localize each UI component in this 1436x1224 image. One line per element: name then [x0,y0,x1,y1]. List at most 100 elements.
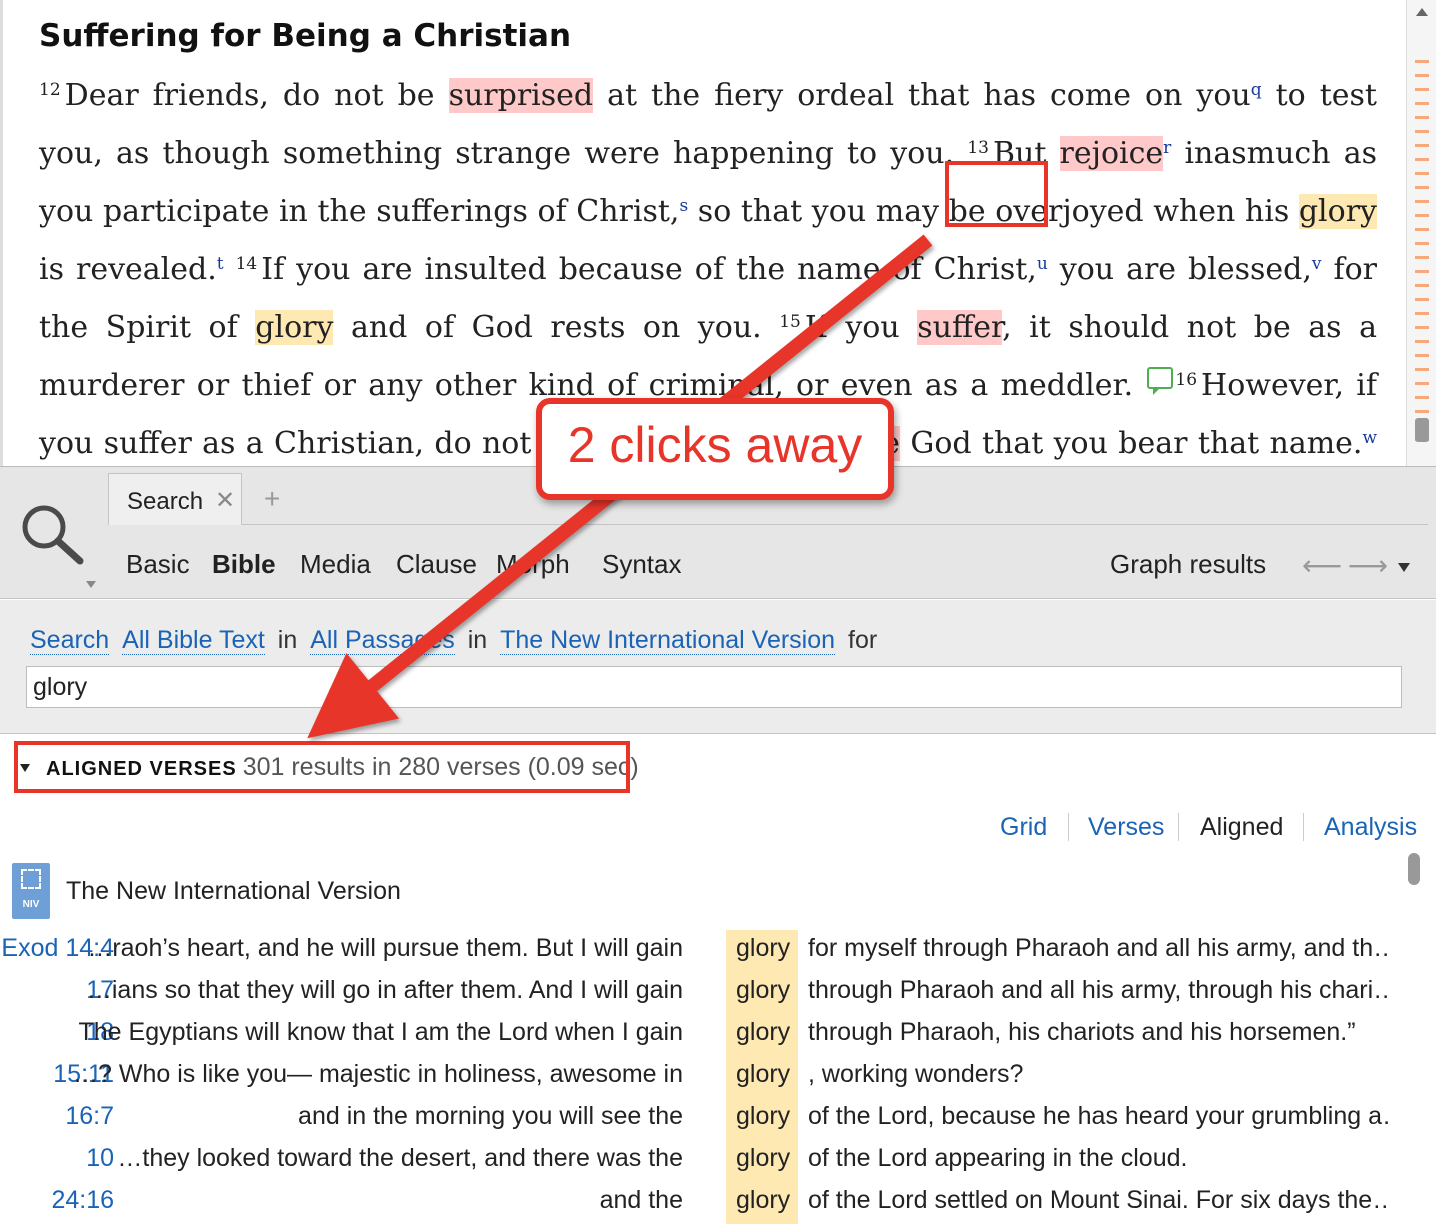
result-row[interactable]: 17 …ians so that they will go in after th… [0,972,1400,1014]
version-name[interactable]: The New International Version [66,877,401,906]
niv-book-icon[interactable]: NIV [12,863,50,919]
footnote-link[interactable]: w [1362,428,1377,448]
passage-text-run: Dear friends, do not be [64,78,449,113]
result-row[interactable]: 15:11…? Who is like you— majestic in hol… [0,1056,1400,1098]
search-hit-marker [1415,186,1429,189]
scope-dropdown[interactable]: All Bible Text [122,626,265,655]
mode-syntax[interactable]: Syntax [602,549,682,580]
search-input[interactable]: glory [26,666,1402,708]
search-type-dropdown[interactable]: Search [30,626,110,655]
mode-bible[interactable]: Bible [212,549,276,580]
left-context: and in the morning you will see the [298,1102,683,1130]
search-hit-word[interactable]: glory [1298,194,1377,229]
mode-clause[interactable]: Clause [396,549,477,580]
search-hit-marker [1415,102,1429,105]
search-hit-marker [1415,88,1429,91]
passage-text-run: and of God rests on you. [333,310,780,345]
close-icon[interactable]: ✕ [215,486,235,515]
scroll-thumb[interactable] [1415,418,1429,442]
mode-morph[interactable]: Morph [496,549,570,580]
search-hit-marker [1415,256,1429,259]
right-context: of the Lord appearing in the cloud. [808,1144,1188,1172]
result-row[interactable]: 18 The Egyptians will know that I am the … [0,1014,1400,1056]
keyword-hit[interactable]: glory [726,972,798,1014]
forward-arrow-icon[interactable]: ⟶ [1348,549,1388,582]
graph-results-button[interactable]: Graph results [1110,549,1266,580]
search-hit-marker [1415,396,1429,399]
keyword-hit[interactable]: glory [726,930,798,972]
footnote-link[interactable]: u [1037,254,1048,274]
mode-media[interactable]: Media [300,549,371,580]
keyword-hit[interactable]: glory [726,1140,798,1182]
keyword-hit[interactable]: glory [726,1056,798,1098]
highlighted-word[interactable]: surprised [448,78,594,113]
results-scrollbar[interactable] [1406,847,1424,1217]
footnote-link[interactable]: q [1251,80,1262,100]
search-hit-marker [1415,158,1429,161]
highlighted-word[interactable]: rejoice [1059,136,1164,171]
right-context: through Pharaoh, his chariots and his ho… [808,1018,1356,1046]
right-context: of the Lord, because he has heard your g… [808,1102,1388,1130]
tab-search[interactable]: Search ✕ [108,473,242,525]
verse-number[interactable]: 16 [1175,370,1197,390]
result-row[interactable]: 10 …they looked toward the desert, and th… [0,1140,1400,1182]
view-aligned[interactable]: Aligned [1200,813,1283,842]
right-context: of the Lord settled on Mount Sinai. For … [808,1186,1388,1214]
verse-number[interactable]: 12 [39,80,61,100]
right-context: through Pharaoh and all his army, throug… [808,976,1388,1004]
passage-text-run: If you are insulted because of the name … [261,252,1037,287]
footnote-link[interactable]: t [217,254,224,274]
passages-dropdown[interactable]: All Passages [310,626,455,655]
niv-abbrev: NIV [22,899,40,910]
annotation-callout: 2 clicks away [536,398,894,500]
note-icon[interactable] [1147,367,1174,395]
search-hit-word[interactable]: glory [255,310,334,345]
results-count-annotation-box [14,741,630,793]
verse-number[interactable]: 15 [779,312,801,332]
passage-text-run [224,252,236,287]
result-row[interactable]: 24:16 and the glory of the Lord settled on … [0,1182,1400,1224]
for-label: for [848,626,878,654]
search-hit-marker [1415,284,1429,287]
query-bar: Search All Bible Text in All Passages in… [0,600,1436,734]
view-analysis[interactable]: Analysis [1324,813,1417,842]
search-hit-marker [1415,312,1429,315]
footnote-link[interactable]: v [1312,254,1322,274]
reader-scrollbar[interactable] [1406,0,1436,466]
verse-reference-link[interactable]: 10 [86,1144,114,1173]
left-context: …they looked toward the desert, and ther… [117,1144,683,1172]
section-heading: Suffering for Being a Christian [39,18,572,54]
verse-number[interactable]: 14 [236,254,258,274]
view-grid[interactable]: Grid [1000,813,1047,842]
result-row[interactable]: 16:7 and in the morning you will see the g… [0,1098,1400,1140]
verse-number[interactable]: 13 [967,138,989,158]
passage-text-run: If you [804,310,918,345]
scroll-up-icon[interactable] [1416,8,1428,16]
passage-text-run: at the fiery ordeal that has come on you [593,78,1251,113]
highlighted-word[interactable]: suffer [917,310,1003,345]
back-arrow-icon[interactable]: ⟵ [1302,549,1342,582]
chevron-down-icon[interactable] [86,581,96,588]
search-hit-marker [1415,228,1429,231]
verse-reference-link[interactable]: 16:7 [65,1102,114,1131]
result-row[interactable]: Exod 14:4 …raoh’s heart, and he will purs… [0,930,1400,972]
add-tab-icon[interactable]: + [264,483,280,515]
left-context: …raoh’s heart, and he will pursue them. … [87,934,683,962]
search-hit-marker [1415,130,1429,133]
search-magnifier-icon[interactable] [20,503,90,567]
keyword-hit[interactable]: glory [726,1098,798,1140]
search-hit-marker [1415,326,1429,329]
version-dropdown[interactable]: The New International Version [500,626,836,655]
in-label: in [467,626,488,654]
footnote-link[interactable]: s [679,196,688,216]
verse-reference-link[interactable]: 24:16 [51,1186,114,1215]
view-verses[interactable]: Verses [1088,813,1164,842]
right-context: for myself through Pharaoh and all his a… [808,934,1388,962]
keyword-hit[interactable]: glory [726,1182,798,1224]
keyword-hit[interactable]: glory [726,1014,798,1056]
mode-basic[interactable]: Basic [126,549,190,580]
search-hit-marker [1415,340,1429,343]
scroll-thumb[interactable] [1408,853,1420,885]
search-hit-marker [1415,172,1429,175]
panel-menu-icon[interactable] [1398,563,1410,572]
